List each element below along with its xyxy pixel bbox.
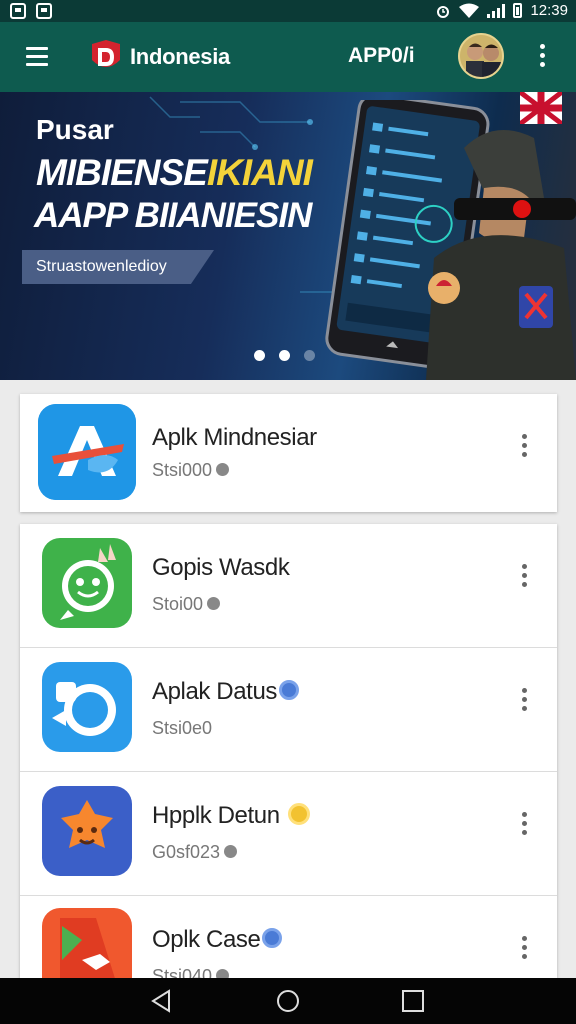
soldier-illustration [426, 130, 576, 380]
list-item[interactable]: Hpplk Detun G0sf023 [20, 772, 557, 896]
more-vert-icon[interactable] [536, 44, 548, 72]
app-icon-hpplk [42, 786, 132, 876]
app-title: Aplak Datus [152, 678, 299, 706]
app-title: Oplk Case [152, 926, 283, 954]
flag-icon [520, 92, 562, 124]
app-subtitle: Stoi00 [152, 594, 221, 615]
menu-icon[interactable] [26, 47, 48, 66]
banner-title-yellow: IKIANI [206, 152, 313, 193]
home-icon[interactable] [275, 988, 301, 1014]
banner-title-white: MIBIENSE [36, 152, 208, 193]
notification-icon [10, 3, 26, 19]
promo-banner[interactable]: Pusar MIBIENSEIKIANI AAPP BIIANIESIN Str… [0, 92, 576, 380]
system-nav-bar [0, 978, 576, 1024]
status-time: 12:39 [530, 2, 568, 19]
verified-badge-icon [262, 927, 283, 948]
list-item[interactable]: Aplk Mindnesiar Stsi000 [20, 394, 557, 512]
more-vert-icon[interactable] [518, 812, 530, 842]
avatar[interactable] [458, 33, 504, 79]
banner-title-line2: MIBIENSEIKIANI [36, 152, 313, 194]
app-bar: Indonesia APP0/i [0, 22, 576, 92]
banner-title-line3: AAPP BIIANIESIN [34, 196, 312, 235]
app-subtitle-text: Stsi000 [152, 460, 213, 480]
back-icon[interactable] [148, 988, 174, 1014]
verified-icon [207, 596, 221, 610]
gallery-notification-icon [36, 3, 52, 19]
more-vert-icon[interactable] [518, 434, 530, 464]
banner-tag: Struastowenledioy [36, 258, 167, 275]
carousel-dot-1[interactable] [254, 350, 265, 361]
app-title-text: Hpplk Detun [152, 802, 280, 829]
app-title: Aplk Mindnesiar [152, 424, 317, 451]
app-title-text: Aplak Datus [152, 678, 277, 705]
list-item[interactable]: Aplak Datus Stsi0e0 [20, 648, 557, 772]
verified-icon [216, 462, 230, 476]
app-icon-aplk [38, 404, 136, 500]
verified-badge-icon [279, 679, 299, 700]
app-subtitle: G0sf023 [152, 842, 238, 863]
carousel-dots [254, 350, 315, 361]
recents-icon[interactable] [400, 988, 426, 1014]
brand-name: Indonesia [130, 44, 230, 69]
more-vert-icon[interactable] [518, 564, 530, 594]
list-item[interactable]: Gopis Wasdk Stoi00 [20, 524, 557, 648]
app-label[interactable]: APP0/i [348, 44, 415, 68]
app-icon-aplak [42, 662, 132, 752]
wifi-icon [459, 3, 480, 18]
status-bar: 12:39 [0, 0, 576, 22]
notification-icons [10, 3, 52, 19]
signal-icon [487, 3, 506, 18]
app-subtitle-text: G0sf023 [152, 842, 221, 862]
app-list-card: Gopis Wasdk Stoi00 Aplak Datus Stsi0e0 H… [20, 524, 557, 998]
status-indicators: 12:39 [435, 2, 568, 19]
verified-icon [224, 844, 238, 858]
app-title: Hpplk Detun [152, 802, 310, 830]
app-title: Gopis Wasdk [152, 554, 290, 581]
banner-title-line1: Pusar [36, 114, 114, 145]
app-subtitle-text: Stoi00 [152, 594, 204, 614]
featured-app-card: Aplk Mindnesiar Stsi000 [20, 394, 557, 512]
app-icon-gopis [42, 538, 132, 628]
more-vert-icon[interactable] [518, 936, 530, 966]
alarm-icon [437, 5, 450, 18]
gold-badge-icon [287, 802, 310, 825]
app-subtitle: Stsi000 [152, 460, 230, 481]
battery-icon [513, 3, 523, 18]
app-subtitle: Stsi0e0 [152, 718, 213, 738]
carousel-dot-3[interactable] [304, 350, 315, 361]
brand-logo-icon [92, 40, 120, 67]
app-title-text: Oplk Case [152, 926, 261, 953]
carousel-dot-2[interactable] [279, 350, 290, 361]
more-vert-icon[interactable] [518, 688, 530, 718]
